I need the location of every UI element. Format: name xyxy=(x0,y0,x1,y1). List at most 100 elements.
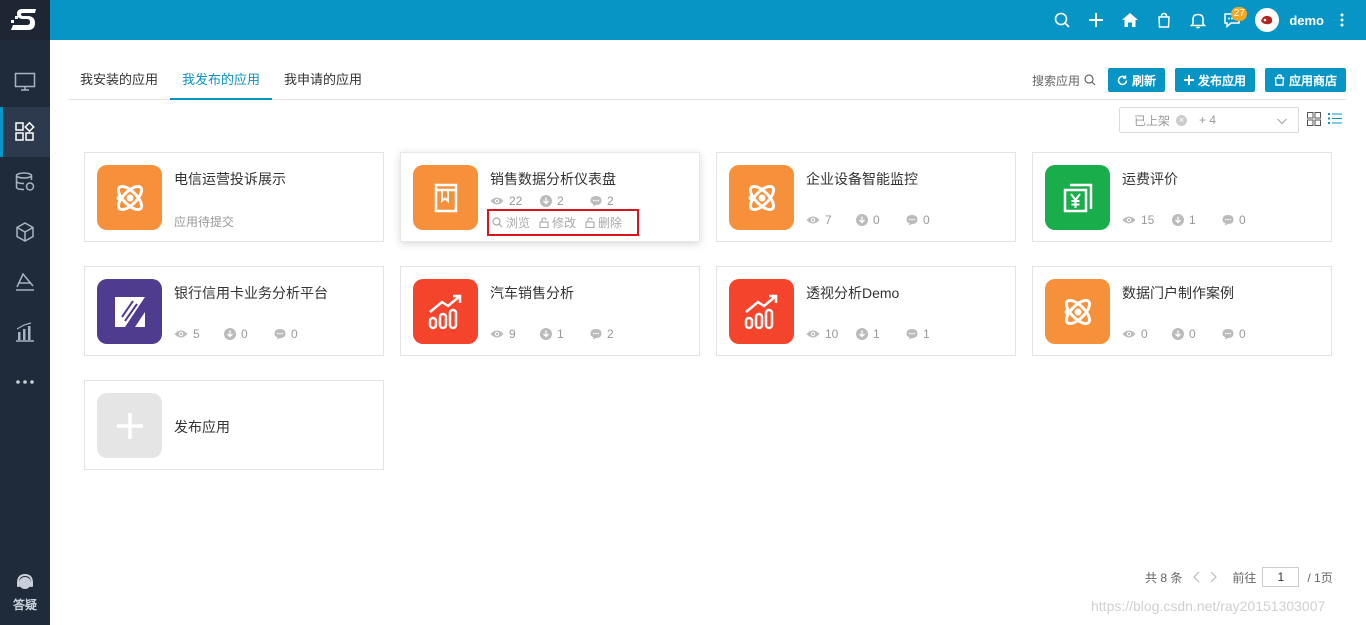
list-view-icon[interactable] xyxy=(1328,112,1342,125)
browse-action[interactable]: 浏览 xyxy=(492,214,530,231)
tab-bar: 我安装的应用 我发布的应用 我申请的应用 搜索应用 刷新 发布应用 应用商店 xyxy=(68,60,1346,100)
eye-icon xyxy=(1122,329,1136,339)
bell-icon[interactable] xyxy=(1181,0,1215,40)
filter-more-count: + 4 xyxy=(1199,113,1217,127)
publish-app-label: 发布应用 xyxy=(1197,73,1246,88)
app-stats: 22 2 2 xyxy=(490,194,640,208)
app-icon xyxy=(97,279,162,344)
refresh-button[interactable]: 刷新 xyxy=(1107,68,1165,92)
headset-icon xyxy=(17,573,33,589)
search-apps[interactable]: 搜索应用 xyxy=(1032,72,1096,89)
app-stats: 5 0 0 xyxy=(174,327,324,341)
sidebar-item-analysis[interactable] xyxy=(0,257,50,307)
app-icon xyxy=(729,165,794,230)
sidebar-item-desktop[interactable] xyxy=(0,57,50,107)
comment-icon xyxy=(1222,328,1234,340)
page-number-input[interactable]: 1 xyxy=(1262,567,1300,587)
refresh-label: 刷新 xyxy=(1131,73,1156,88)
help-button[interactable]: 答疑 xyxy=(0,572,50,613)
comment-count: 0 xyxy=(1239,327,1246,341)
tab-applied-apps[interactable]: 我申请的应用 xyxy=(272,60,374,100)
growth-chart-icon xyxy=(426,292,466,332)
chevron-right-icon[interactable] xyxy=(1208,571,1218,583)
comment-count: 0 xyxy=(291,327,298,341)
layers-chart-icon xyxy=(16,272,34,291)
cube-icon xyxy=(16,222,34,242)
view-count: 7 xyxy=(825,213,832,227)
view-count: 10 xyxy=(825,327,839,341)
edit-action[interactable]: 修改 xyxy=(539,214,576,231)
download-count: 0 xyxy=(241,327,248,341)
user-name: demo xyxy=(1289,12,1324,28)
app-icon xyxy=(413,279,478,344)
more-vertical-icon[interactable] xyxy=(1332,0,1352,40)
app-card[interactable]: 透视分析Demo 10 1 1 xyxy=(716,266,1016,356)
app-card[interactable]: 运费评价 15 1 0 xyxy=(1032,152,1332,242)
tab-installed-apps[interactable]: 我安装的应用 xyxy=(68,60,170,100)
monitor-icon xyxy=(14,72,36,91)
publish-app-button[interactable]: 发布应用 xyxy=(1174,68,1255,92)
shopping-bag-icon xyxy=(1274,74,1285,86)
remove-tag-icon[interactable]: × xyxy=(1176,114,1188,126)
eye-icon xyxy=(806,215,820,225)
message-icon[interactable]: 27 xyxy=(1215,0,1249,40)
app-icon xyxy=(97,393,162,458)
logo[interactable] xyxy=(0,0,50,40)
download-icon xyxy=(224,328,236,340)
download-icon xyxy=(856,328,868,340)
sidebar-item-cube[interactable] xyxy=(0,207,50,257)
status-filter-select[interactable]: 已上架 × + 4 xyxy=(1119,107,1299,133)
app-store-label: 应用商店 xyxy=(1288,73,1337,88)
download-count: 1 xyxy=(873,327,880,341)
atom-icon xyxy=(110,178,150,218)
chevron-down-icon xyxy=(1277,118,1287,125)
app-card[interactable]: 数据门户制作案例 0 0 0 xyxy=(1032,266,1332,356)
download-icon xyxy=(540,328,552,340)
notification-badge: 27 xyxy=(1231,7,1248,21)
app-title: 数据门户制作案例 xyxy=(1122,285,1234,301)
add-icon[interactable] xyxy=(1079,0,1113,40)
download-count: 1 xyxy=(557,327,564,341)
app-card[interactable]: 汽车销售分析 9 1 2 xyxy=(400,266,700,356)
book-icon xyxy=(434,183,457,212)
app-icon xyxy=(413,165,478,230)
app-card[interactable]: 企业设备智能监控 7 0 0 xyxy=(716,152,1016,242)
view-count: 9 xyxy=(509,327,516,341)
grid-view-icon[interactable] xyxy=(1307,112,1321,126)
eye-icon xyxy=(490,196,504,206)
download-icon xyxy=(540,195,552,207)
yuan-document-icon xyxy=(1063,183,1092,212)
home-icon[interactable] xyxy=(1113,0,1147,40)
app-store-button[interactable]: 应用商店 xyxy=(1264,68,1346,92)
sidebar-item-apps[interactable] xyxy=(0,107,50,157)
sidebar-item-database[interactable] xyxy=(0,157,50,207)
plus-icon xyxy=(1183,75,1194,85)
sidebar-item-report[interactable] xyxy=(0,307,50,357)
logo-icon xyxy=(11,9,36,30)
app-card[interactable]: 电信运营投诉展示 应用待提交 xyxy=(84,152,384,242)
download-count: 0 xyxy=(873,213,880,227)
avatar xyxy=(1255,8,1280,32)
chevron-left-icon[interactable] xyxy=(1192,571,1202,583)
publish-app-card[interactable]: 发布应用 xyxy=(84,380,384,470)
view-count: 5 xyxy=(193,327,200,341)
sidebar: 答疑 xyxy=(0,40,50,625)
plus-icon xyxy=(116,412,143,439)
comment-icon xyxy=(1222,214,1234,226)
search-icon[interactable] xyxy=(1045,0,1079,40)
tab-published-apps[interactable]: 我发布的应用 xyxy=(170,60,273,100)
comment-count: 1 xyxy=(923,327,930,341)
user-menu[interactable]: demo xyxy=(1255,8,1324,32)
watermark: https://blog.csdn.net/ray20151303007 xyxy=(1091,598,1326,614)
app-card[interactable]: 银行信用卡业务分析平台 5 0 0 xyxy=(84,266,384,356)
bar-chart-icon xyxy=(16,322,34,342)
delete-action[interactable]: 删除 xyxy=(585,214,622,231)
shopping-bag-icon[interactable] xyxy=(1147,0,1181,40)
atom-icon xyxy=(1058,292,1098,332)
app-card[interactable]: 销售数据分析仪表盘 22 2 2 浏览 修改 删除 xyxy=(400,152,700,242)
sidebar-item-more[interactable] xyxy=(0,357,50,407)
bank-logo-icon xyxy=(114,296,145,327)
app-title: 透视分析Demo xyxy=(806,285,900,301)
eye-icon xyxy=(174,329,188,339)
app-stats: 9 1 2 xyxy=(490,327,640,341)
